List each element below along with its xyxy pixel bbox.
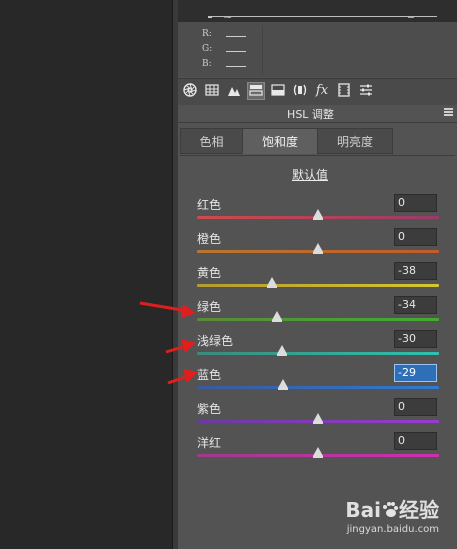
panel-title-bar: HSL 调整 xyxy=(178,104,457,123)
slider-row: 橙色 0 xyxy=(178,228,457,262)
slider-label: 红色 xyxy=(197,198,222,212)
image-preview-area xyxy=(0,0,172,549)
slider-thumb[interactable] xyxy=(313,413,323,424)
slider-value-input[interactable]: -30 xyxy=(394,330,437,348)
slider-row: 蓝色 -29 xyxy=(178,364,457,398)
rgb-separator xyxy=(262,26,263,74)
sliders-icon[interactable] xyxy=(358,83,374,99)
r-value-dash xyxy=(226,36,246,37)
slider-thumb[interactable] xyxy=(276,345,287,356)
slider-track[interactable] xyxy=(197,318,439,321)
slider-row: 洋红 0 xyxy=(178,432,457,466)
slider-row: 绿色 -34 xyxy=(178,296,457,330)
tab-hue[interactable]: 色相 xyxy=(180,128,243,154)
slider-value-input[interactable]: -38 xyxy=(394,262,437,280)
slider-row: 红色 0 xyxy=(178,194,457,228)
slider-track[interactable] xyxy=(197,352,439,355)
paw-icon xyxy=(381,498,399,522)
adjustment-panel: R: G: B: fx HSL 调整 色相 饱和度 明亮度 默认值 红色 0 橙… xyxy=(178,0,457,549)
slider-label: 洋红 xyxy=(197,436,222,450)
g-label: G: xyxy=(202,44,213,54)
hsl-icon[interactable] xyxy=(247,82,265,100)
slider-track[interactable] xyxy=(197,386,439,389)
aperture-icon[interactable] xyxy=(182,83,198,99)
histogram-baseline xyxy=(208,16,437,17)
slider-row: 紫色 0 xyxy=(178,398,457,432)
slider-row: 浅绿色 -30 xyxy=(178,330,457,364)
slider-label: 浅绿色 xyxy=(197,334,234,348)
watermark-text-before: Bai xyxy=(345,498,381,522)
slider-label: 橙色 xyxy=(197,232,222,246)
slider-value-input[interactable]: -29 xyxy=(394,364,437,382)
slider-thumb[interactable] xyxy=(313,209,323,220)
panel-title: HSL 调整 xyxy=(287,108,334,121)
split-tone-icon[interactable] xyxy=(270,83,286,99)
film-icon[interactable] xyxy=(336,83,352,99)
watermark: Bai 经验 jingyan.baidu.com xyxy=(345,494,439,535)
panel-menu-icon[interactable] xyxy=(444,108,453,116)
slider-label: 黄色 xyxy=(197,266,222,280)
b-label: B: xyxy=(202,59,212,69)
fx-icon[interactable]: fx xyxy=(314,83,330,99)
histogram xyxy=(178,0,457,23)
slider-value-input[interactable]: 0 xyxy=(394,194,437,212)
slider-label: 绿色 xyxy=(197,300,222,314)
slider-label: 蓝色 xyxy=(197,368,222,382)
slider-value-input[interactable]: -34 xyxy=(394,296,437,314)
r-label: R: xyxy=(202,29,212,39)
watermark-logo: Bai 经验 xyxy=(345,494,439,523)
mountain-icon[interactable] xyxy=(226,83,242,99)
tab-luminance[interactable]: 明亮度 xyxy=(317,128,393,154)
slider-row: 黄色 -38 xyxy=(178,262,457,296)
slider-thumb[interactable] xyxy=(267,277,278,288)
b-value-dash xyxy=(226,66,246,67)
g-value-dash xyxy=(226,51,246,52)
watermark-url: jingyan.baidu.com xyxy=(346,524,439,535)
slider-thumb[interactable] xyxy=(271,311,282,322)
watermark-text-after: 经验 xyxy=(399,498,439,522)
slider-label: 紫色 xyxy=(197,402,222,416)
slider-track[interactable] xyxy=(197,284,439,287)
slider-value-input[interactable]: 0 xyxy=(394,228,437,246)
slider-value-input[interactable]: 0 xyxy=(394,398,437,416)
hsl-tabs: 色相 饱和度 明亮度 xyxy=(180,128,455,156)
slider-thumb[interactable] xyxy=(313,243,323,254)
panel-toolbar: fx xyxy=(178,78,457,105)
lens-icon[interactable] xyxy=(292,83,308,99)
slider-thumb[interactable] xyxy=(313,447,323,458)
slider-thumb[interactable] xyxy=(277,379,288,390)
slider-value-input[interactable]: 0 xyxy=(394,432,437,450)
default-link[interactable]: 默认值 xyxy=(292,166,328,183)
grid-icon[interactable] xyxy=(204,83,220,99)
tab-saturation[interactable]: 饱和度 xyxy=(242,128,318,154)
rgb-readout: R: G: B: xyxy=(178,22,457,77)
